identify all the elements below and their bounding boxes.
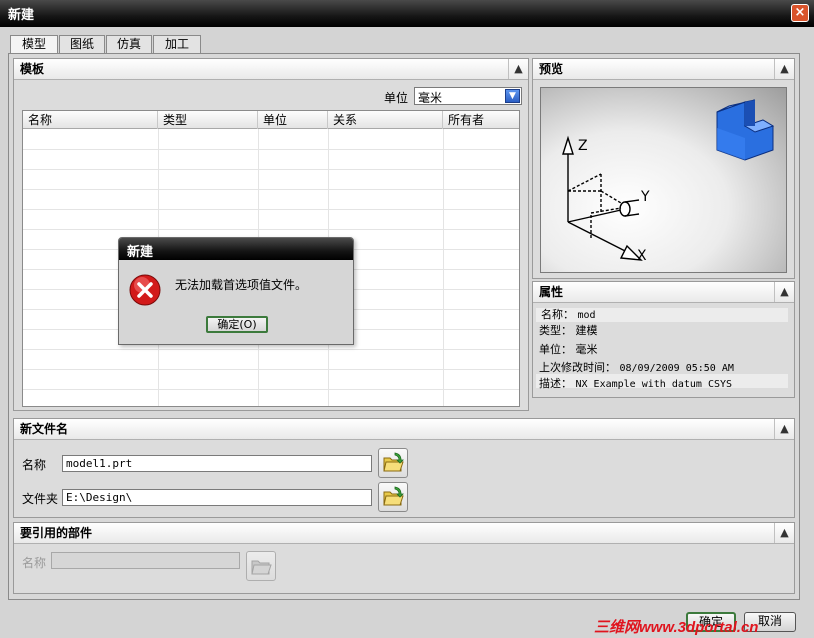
section-title: 预览 [539,62,564,76]
property-label: 单位： [539,343,572,356]
tab-manufacturing[interactable]: 加工 [153,35,201,53]
folder-label: 文件夹 [22,492,59,506]
folder-icon [383,452,404,472]
column-header-name[interactable]: 名称 [23,111,158,129]
tab-model[interactable]: 模型 [10,35,58,54]
axis-z-label: Z [578,138,588,154]
column-header-type[interactable]: 类型 [158,111,258,129]
table-row [23,229,519,230]
chevron-down-icon[interactable]: ▼ [505,89,520,103]
referenced-name-label: 名称 [22,556,47,570]
axis-x-label: X [637,248,647,264]
error-dialog-title: 新建 [127,245,154,260]
unit-select[interactable]: 毫米 ▼ [414,87,522,105]
browse-referenced-button [246,551,276,581]
datum-csys-graphic: Z Y X [562,99,775,264]
collapse-icon[interactable]: ▲ [774,282,794,302]
table-row [23,149,519,150]
tab-label: 模型 [21,37,46,51]
new-file-header: 新文件名 [14,419,794,440]
table-row [23,349,519,350]
referenced-parts-section: 要引用的部件 ▲ 名称 [13,522,795,594]
tab-label: 仿真 [116,37,141,51]
collapse-icon[interactable]: ▲ [774,523,794,543]
properties-section: 属性 ▲ 名称： mod 类型： 建模 单位： 毫米 上次修改时间： 08/09… [532,281,795,398]
property-value: 08/09/2009 05:50 AM [619,363,734,374]
window-title: 新建 [8,8,35,23]
property-value: 建模 [575,324,598,337]
folder-input[interactable]: E:\Design\ [62,489,372,506]
property-label: 描述： [539,377,572,390]
referenced-parts-header: 要引用的部件 [14,523,794,544]
preview-image: Z Y X [540,87,787,273]
section-title: 属性 [539,285,564,299]
property-name: 名称： mod [541,307,596,323]
tab-drawing[interactable]: 图纸 [59,35,105,53]
section-title: 新文件名 [20,422,69,436]
file-name-label: 名称 [22,458,47,472]
template-section: 模板 ▲ 单位 毫米 ▼ 名称 类型 单位 关系 所有者 [13,58,529,411]
tab-label: 加工 [164,37,189,51]
property-value: mod [577,310,596,321]
table-row [23,389,519,390]
property-type: 类型： 建模 [539,323,598,339]
model-cube-icon [716,99,775,161]
dialog-ok-button[interactable]: 确定(O) [206,316,268,333]
property-label: 类型： [539,324,572,337]
grid-column-line [443,129,444,406]
unit-label: 单位 [384,91,409,105]
error-icon [129,274,161,309]
section-title: 要引用的部件 [20,526,93,540]
axis-y-label: Y [640,189,650,205]
column-header-owner[interactable]: 所有者 [443,111,519,129]
error-message: 无法加载首选项值文件。 [175,278,308,292]
preview-section: 预览 ▲ Z Y X [532,58,795,279]
error-dialog: 新建 无法加载首选项值文件。 确定(O) [118,237,354,345]
tab-simulation[interactable]: 仿真 [106,35,152,53]
browse-folder-button[interactable] [378,482,408,512]
table-row [23,209,519,210]
unit-select-value: 毫米 [418,91,443,105]
property-value: NX Example with datum CSYS [575,379,733,390]
section-title: 模板 [20,62,45,76]
table-row [23,189,519,190]
referenced-name-input [51,552,240,569]
error-dialog-titlebar: 新建 [119,238,353,260]
template-header: 模板 [14,59,528,80]
collapse-icon[interactable]: ▲ [508,59,528,79]
title-bar: 新建 × [0,0,814,27]
collapse-icon[interactable]: ▲ [774,59,794,79]
property-unit: 单位： 毫米 [539,342,598,358]
folder-icon [383,486,404,506]
property-description: 描述： NX Example with datum CSYS [539,376,732,392]
browse-file-button[interactable] [378,448,408,478]
property-label: 名称： [541,308,574,321]
collapse-icon[interactable]: ▲ [774,419,794,439]
column-header-relation[interactable]: 关系 [328,111,443,129]
file-name-input[interactable]: model1.prt [62,455,372,472]
table-row [23,369,519,370]
watermark: 三维网www.3dportal.cn [594,619,759,636]
close-icon[interactable]: × [791,4,809,22]
preview-header: 预览 [533,59,794,80]
property-value: 毫米 [575,343,598,356]
property-label: 上次修改时间： [539,361,616,374]
tab-label: 图纸 [69,37,94,51]
table-row [23,169,519,170]
folder-icon [251,560,272,575]
table-header: 名称 类型 单位 关系 所有者 [23,111,519,129]
property-modified: 上次修改时间： 08/09/2009 05:50 AM [539,360,734,376]
new-file-section: 新文件名 ▲ 名称 model1.prt 文件夹 E:\Design\ [13,418,795,518]
properties-header: 属性 [533,282,794,303]
column-header-unit[interactable]: 单位 [258,111,328,129]
